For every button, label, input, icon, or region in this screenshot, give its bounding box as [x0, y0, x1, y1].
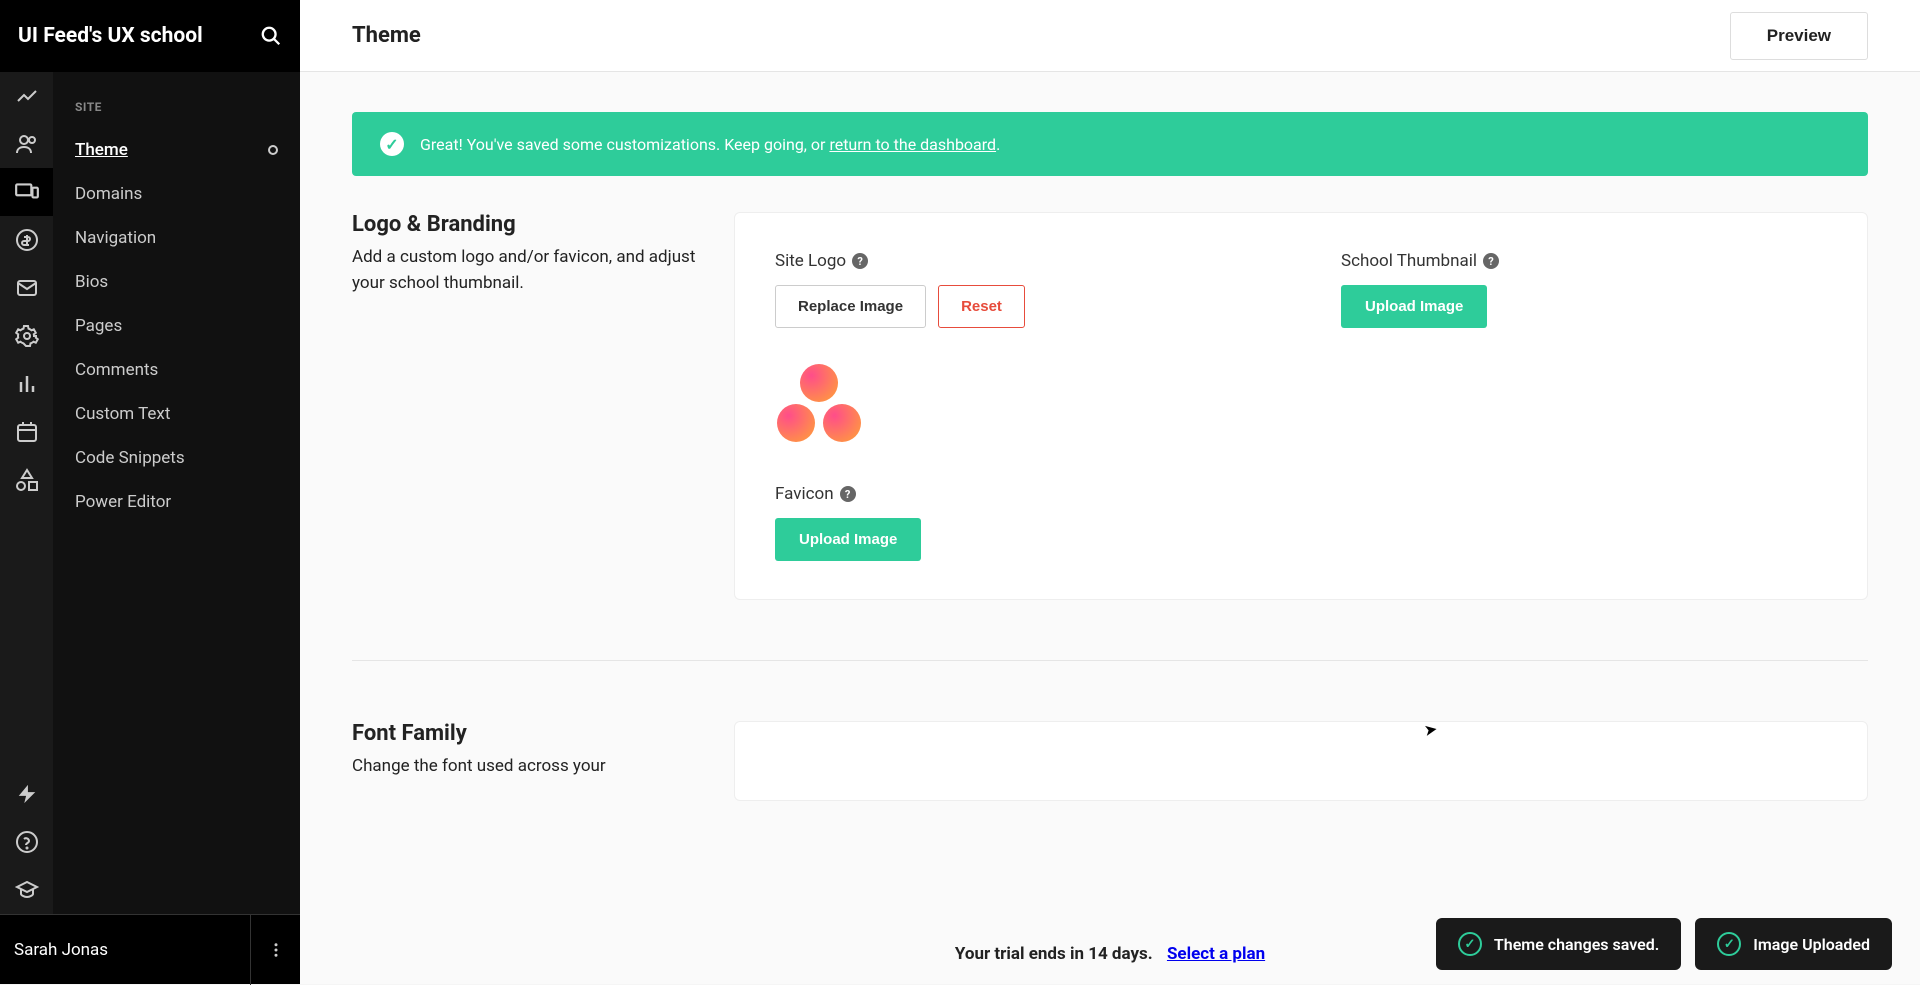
- site-logo-field: Site Logo ? Replace Image Reset: [775, 251, 1261, 444]
- sidebar: SITE Theme Domains Navigation Bios Pages…: [53, 0, 300, 984]
- user-name[interactable]: Sarah Jonas: [0, 940, 250, 960]
- education-icon[interactable]: [0, 866, 53, 914]
- analytics-icon[interactable]: [0, 72, 53, 120]
- check-icon: ✓: [380, 132, 404, 156]
- help-icon[interactable]: ?: [852, 253, 868, 269]
- preview-button[interactable]: Preview: [1730, 12, 1868, 60]
- sidebar-item-label: Theme: [75, 140, 128, 160]
- sidebar-item-theme[interactable]: Theme: [53, 128, 300, 172]
- calendar-icon[interactable]: [0, 408, 53, 456]
- sidebar-item-code-snippets[interactable]: Code Snippets: [53, 436, 300, 480]
- help-icon[interactable]: [0, 818, 53, 866]
- font-card: [734, 721, 1868, 801]
- toast-theme-saved: ✓ Theme changes saved.: [1436, 918, 1681, 970]
- sidebar-item-navigation[interactable]: Navigation: [53, 216, 300, 260]
- bolt-icon[interactable]: [0, 770, 53, 818]
- sidebar-item-domains[interactable]: Domains: [53, 172, 300, 216]
- divider: [352, 660, 1868, 661]
- logo-shape: [777, 404, 815, 442]
- check-icon: ✓: [1458, 932, 1482, 956]
- success-alert: ✓ Great! You've saved some customization…: [352, 112, 1868, 176]
- sidebar-item-label: Code Snippets: [75, 448, 185, 468]
- toast-image-uploaded: ✓ Image Uploaded: [1695, 918, 1892, 970]
- sidebar-item-label: Navigation: [75, 228, 156, 248]
- logo-preview: [775, 364, 863, 444]
- toast-text: Image Uploaded: [1753, 935, 1870, 954]
- side-group-label: SITE: [53, 100, 300, 128]
- sidebar-item-label: Pages: [75, 316, 122, 336]
- logo-shape: [800, 364, 838, 402]
- reports-icon[interactable]: [0, 360, 53, 408]
- devices-icon[interactable]: [0, 168, 53, 216]
- section-title: Font Family: [352, 721, 702, 746]
- section-title: Logo & Branding: [352, 212, 702, 237]
- alert-suffix: .: [996, 135, 1000, 154]
- alert-link[interactable]: return to the dashboard: [829, 135, 996, 154]
- section-description: Change the font used across your: [352, 754, 702, 780]
- check-icon: ✓: [1717, 932, 1741, 956]
- select-plan-link[interactable]: Select a plan: [1167, 944, 1265, 964]
- sidebar-item-bios[interactable]: Bios: [53, 260, 300, 304]
- upload-favicon-button[interactable]: Upload Image: [775, 518, 921, 561]
- users-icon[interactable]: [0, 120, 53, 168]
- alert-text: Great! You've saved some customizations.…: [420, 135, 829, 154]
- sidebar-item-label: Comments: [75, 360, 158, 380]
- sidebar-item-label: Bios: [75, 272, 108, 292]
- branding-card: Site Logo ? Replace Image Reset: [734, 212, 1868, 600]
- indicator-icon: [268, 145, 278, 155]
- sidebar-item-pages[interactable]: Pages: [53, 304, 300, 348]
- settings-icon[interactable]: [0, 312, 53, 360]
- favicon-field: Favicon ? Upload Image: [775, 484, 1261, 561]
- brand-title: UI Feed's UX school: [18, 24, 260, 48]
- field-label: Site Logo: [775, 251, 846, 271]
- sidebar-item-label: Custom Text: [75, 404, 170, 424]
- field-label: School Thumbnail: [1341, 251, 1477, 271]
- reset-button[interactable]: Reset: [938, 285, 1025, 328]
- page-title: Theme: [352, 23, 1730, 48]
- school-thumbnail-field: School Thumbnail ? Upload Image: [1341, 251, 1827, 444]
- icon-rail: [0, 0, 53, 984]
- sidebar-item-label: Domains: [75, 184, 142, 204]
- section-description: Add a custom logo and/or favicon, and ad…: [352, 245, 702, 296]
- search-icon[interactable]: [260, 25, 282, 47]
- field-label: Favicon: [775, 484, 834, 504]
- sidebar-item-custom-text[interactable]: Custom Text: [53, 392, 300, 436]
- main-area: Theme Preview ✓ Great! You've saved some…: [300, 0, 1920, 984]
- billing-icon[interactable]: [0, 216, 53, 264]
- email-icon[interactable]: [0, 264, 53, 312]
- logo-shape: [823, 404, 861, 442]
- sidebar-item-label: Power Editor: [75, 492, 171, 512]
- shapes-icon[interactable]: [0, 456, 53, 504]
- upload-image-button[interactable]: Upload Image: [1341, 285, 1487, 328]
- main-header: Theme Preview: [300, 0, 1920, 72]
- toast-text: Theme changes saved.: [1494, 935, 1659, 954]
- help-icon[interactable]: ?: [840, 486, 856, 502]
- replace-image-button[interactable]: Replace Image: [775, 285, 926, 328]
- more-options-icon[interactable]: [250, 915, 300, 985]
- sidebar-item-power-editor[interactable]: Power Editor: [53, 480, 300, 524]
- help-icon[interactable]: ?: [1483, 253, 1499, 269]
- sidebar-item-comments[interactable]: Comments: [53, 348, 300, 392]
